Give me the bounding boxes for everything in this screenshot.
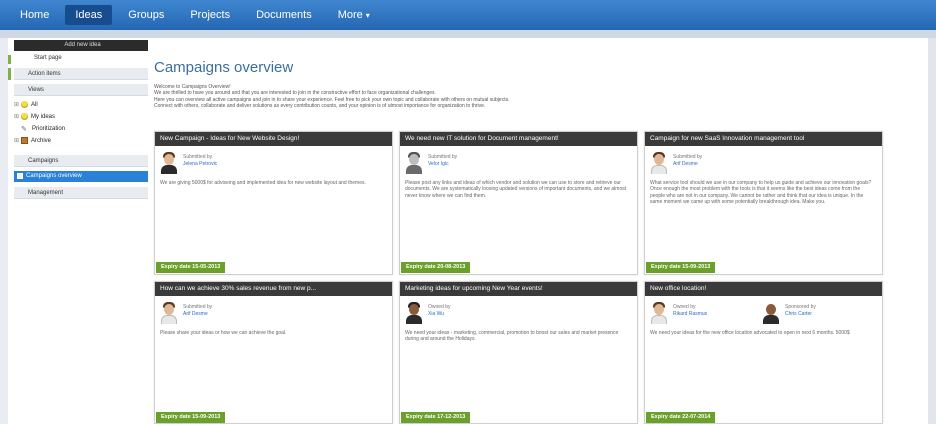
campaign-card[interactable]: We need new IT solution for Document man… xyxy=(399,131,638,275)
campaign-icon xyxy=(17,173,23,179)
avatar xyxy=(651,302,667,324)
active-marker xyxy=(8,55,11,64)
add-new-idea-button[interactable]: Add new idea xyxy=(14,40,151,51)
sponsor-name[interactable]: Chris Carter xyxy=(785,311,816,318)
tree-item-label: Archive xyxy=(31,137,52,144)
sidebar-item-views[interactable]: Views xyxy=(14,84,151,96)
lightbulb-icon xyxy=(21,101,28,108)
expiry-badge: Expiry date 17-12-2013 xyxy=(401,412,471,423)
intro-text: Welcome to Campaigns Overview! We are th… xyxy=(154,84,774,110)
tree-item-label: All xyxy=(31,101,38,108)
submitter-name[interactable]: Velor Igic xyxy=(428,161,457,168)
nav-documents[interactable]: Documents xyxy=(246,5,322,25)
campaign-card[interactable]: New office location! Owned by Rikard Ras… xyxy=(644,281,883,424)
submitter-name[interactable]: Jelena Petrovic xyxy=(183,161,217,168)
campaign-description: We need your ideas for the new office lo… xyxy=(650,330,850,336)
submitter-role: Submitted by xyxy=(673,154,703,160)
owner-role: Owned by xyxy=(428,304,451,310)
avatar xyxy=(161,302,177,324)
submitter-name[interactable]: Arif Desme xyxy=(673,161,702,168)
nav-projects[interactable]: Projects xyxy=(180,5,240,25)
top-nav: Home Ideas Groups Projects Documents Mor… xyxy=(0,0,936,30)
sponsor-role: Sponsored by xyxy=(785,304,816,310)
expand-icon[interactable]: ⊞ xyxy=(14,101,21,108)
nav-home[interactable]: Home xyxy=(10,5,59,25)
tree-item-label: Prioritization xyxy=(32,125,66,132)
sidebar-item-management[interactable]: Management xyxy=(14,187,151,199)
tree-item-my-ideas[interactable]: ⊞ My ideas xyxy=(14,113,55,120)
page-title: Campaigns overview xyxy=(154,59,294,76)
caret-down-icon: ▾ xyxy=(365,11,370,20)
campaign-title[interactable]: How can we achieve 30% sales revenue fro… xyxy=(155,282,392,296)
sidebar-item-action-items[interactable]: Action items xyxy=(14,68,151,80)
intro-line: Connect with others, collaborate and del… xyxy=(154,103,486,110)
avatar xyxy=(651,152,667,174)
tree-item-label: My ideas xyxy=(31,113,56,120)
sidebar-item-campaigns[interactable]: Campaigns xyxy=(14,155,151,167)
expiry-badge: Expiry date 15-09-2013 xyxy=(156,412,226,423)
submitter: Submitted by Arif Desme xyxy=(651,152,702,174)
sub-bar xyxy=(0,30,936,38)
owner-name[interactable]: Rikard Rasmus xyxy=(673,311,707,318)
expiry-badge: Expiry date 20-08-2013 xyxy=(401,262,471,273)
sidebar-item-label: Campaigns overview xyxy=(26,173,82,179)
campaign-card[interactable]: How can we achieve 30% sales revenue fro… xyxy=(154,281,393,424)
main-content: Campaigns overview Welcome to Campaigns … xyxy=(148,38,936,424)
avatar xyxy=(406,152,422,174)
expand-icon[interactable]: ⊞ xyxy=(14,113,21,120)
tree-item-prioritization[interactable]: ✎ Prioritization xyxy=(21,125,66,134)
expiry-badge: Expiry date 15-09-2013 xyxy=(646,262,716,273)
nav-more[interactable]: More ▾ xyxy=(328,5,380,25)
start-page-link[interactable]: Start page xyxy=(34,55,62,61)
campaign-title[interactable]: New Campaign - Ideas for New Website Des… xyxy=(155,132,392,146)
sponsor: Sponsored by Chris Carter xyxy=(763,302,816,324)
owner-name[interactable]: Xia Wu xyxy=(428,311,451,318)
avatar xyxy=(406,302,422,324)
avatar xyxy=(161,152,177,174)
nav-ideas[interactable]: Ideas xyxy=(65,5,113,25)
campaign-title[interactable]: Campaign for new SaaS Innovation managem… xyxy=(645,132,882,146)
nav-more-label: More xyxy=(337,9,363,21)
sidebar-item-campaigns-overview[interactable]: Campaigns overview xyxy=(14,171,155,182)
archive-box-icon xyxy=(21,137,28,144)
tree-item-all[interactable]: ⊞ All xyxy=(14,101,38,108)
active-marker xyxy=(8,68,11,80)
submitter-role: Submitted by xyxy=(428,154,458,160)
nav-groups[interactable]: Groups xyxy=(118,5,174,25)
submitter-role: Submitted by xyxy=(183,304,213,310)
sidebar: Add new idea Start page Action items Vie… xyxy=(8,38,155,424)
campaign-description: Please share your ideas or how we can ac… xyxy=(160,330,287,336)
campaign-title[interactable]: Marketing ideas for upcoming New Year ev… xyxy=(400,282,637,296)
owner-role: Owned by xyxy=(673,304,696,310)
owner: Owned by Rikard Rasmus xyxy=(651,302,707,324)
lightbulb-icon xyxy=(21,113,28,120)
pencil-icon: ✎ xyxy=(21,126,27,133)
tree-item-archive[interactable]: ⊞ Archive xyxy=(14,137,51,144)
campaign-description: Please post any links and ideas of which… xyxy=(405,180,627,199)
campaign-description: We need your ideas - marketing, commerci… xyxy=(405,330,619,343)
submitter-role: Submitted by xyxy=(183,154,213,160)
campaign-title[interactable]: New office location! xyxy=(645,282,882,296)
avatar xyxy=(763,302,779,324)
submitter: Submitted by Jelena Petrovic xyxy=(161,152,217,174)
campaign-card[interactable]: Marketing ideas for upcoming New Year ev… xyxy=(399,281,638,424)
submitter: Submitted by Arif Desme xyxy=(161,302,212,324)
campaign-description: We are giving 5000$ for adviseing and im… xyxy=(160,180,366,186)
submitter: Submitted by Velor Igic xyxy=(406,152,457,174)
owner: Owned by Xia Wu xyxy=(406,302,451,324)
campaign-card[interactable]: Campaign for new SaaS Innovation managem… xyxy=(644,131,883,275)
expiry-badge: Expiry date 15-05-2013 xyxy=(156,262,226,273)
campaign-description: What service tool should we use in our c… xyxy=(650,180,872,206)
right-gutter xyxy=(928,38,936,424)
expand-icon[interactable]: ⊞ xyxy=(14,137,21,144)
submitter-name[interactable]: Arif Desme xyxy=(183,311,212,318)
expiry-badge: Expiry date 22-07-2014 xyxy=(646,412,716,423)
campaign-card[interactable]: New Campaign - Ideas for New Website Des… xyxy=(154,131,393,275)
campaign-title[interactable]: We need new IT solution for Document man… xyxy=(400,132,637,146)
